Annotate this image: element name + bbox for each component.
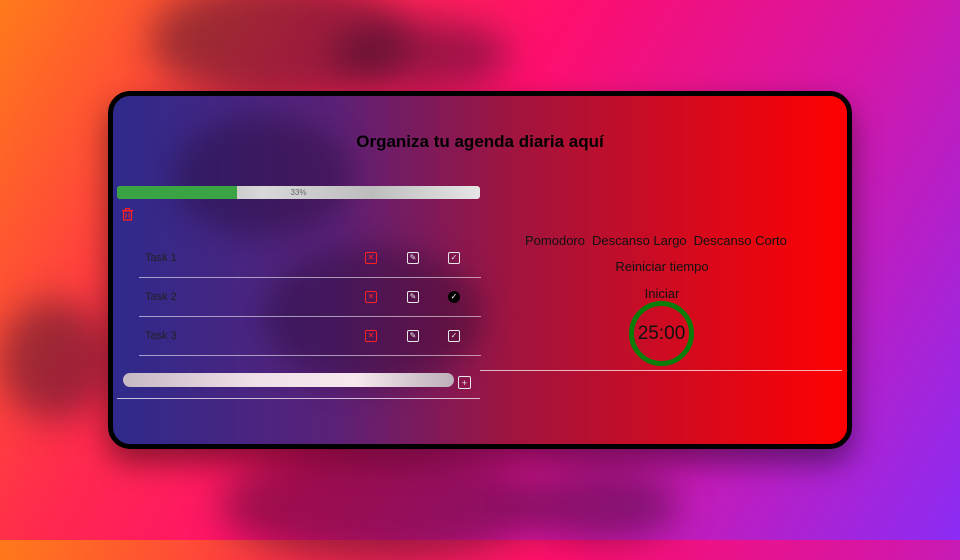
start-timer-button[interactable]: Iniciar [502,286,822,301]
trash-icon: ✕ [367,292,375,301]
trash-icon: ✕ [367,253,375,262]
timer-mode-tabs: Pomodoro Descanso Largo Descanso Corto [525,233,787,248]
edit-task-button[interactable]: ✎ [407,252,419,264]
task-name: Task 1 [145,252,177,264]
task-progress-bar: 33% [117,186,480,199]
plus-circle-icon: + [461,377,468,388]
complete-task-button[interactable]: ✓ [448,330,460,342]
background-leaf-shadow [330,20,510,90]
edit-task-button[interactable]: ✎ [407,330,419,342]
trash-icon: ✕ [367,331,375,340]
tab-pomodoro[interactable]: Pomodoro [525,233,585,248]
background-leaf-shadow [220,450,540,560]
tab-descanso-largo[interactable]: Descanso Largo [592,233,687,248]
edit-task-button[interactable]: ✎ [407,291,419,303]
check-circle-icon: ✓ [450,292,458,301]
divider [117,398,480,399]
delete-task-button[interactable]: ✕ [365,291,377,303]
page-title: Organiza tu agenda diaria aquí [356,132,604,151]
background-leaf-shadow [520,470,680,540]
edit-icon: ✎ [409,331,417,340]
tab-descanso-corto[interactable]: Descanso Corto [694,233,787,248]
complete-task-button[interactable]: ✓ [448,291,460,303]
task-name: Task 2 [145,291,177,303]
new-task-input[interactable] [123,373,454,387]
check-circle-icon: ✓ [450,253,458,262]
check-circle-icon: ✓ [450,331,458,340]
task-row: Task 1 ✕ ✎ ✓ [139,239,481,278]
task-list: Task 1 ✕ ✎ ✓ Task 2 ✕ ✎ ✓ Task 3 ✕ ✎ ✓ [139,239,481,356]
trash-icon [121,207,133,221]
delete-task-button[interactable]: ✕ [365,330,377,342]
edit-icon: ✎ [409,292,417,301]
edit-icon: ✎ [409,253,417,262]
divider [480,370,842,371]
progress-label: 33% [290,188,307,197]
task-name: Task 3 [145,330,177,342]
complete-task-button[interactable]: ✓ [448,252,460,264]
reset-timer-button[interactable]: Reiniciar tiempo [502,259,822,274]
timer-value: 25:00 [637,322,686,344]
agenda-app-window: Organiza tu agenda diaria aquí 33% Task … [108,91,852,449]
task-row: Task 2 ✕ ✎ ✓ [139,278,481,317]
delete-all-button[interactable] [121,207,133,221]
task-row: Task 3 ✕ ✎ ✓ [139,317,481,356]
add-task-button[interactable]: + [458,376,471,389]
delete-task-button[interactable]: ✕ [365,252,377,264]
background-leaf-shadow [0,300,110,420]
timer-display: 25:00 [629,301,694,366]
